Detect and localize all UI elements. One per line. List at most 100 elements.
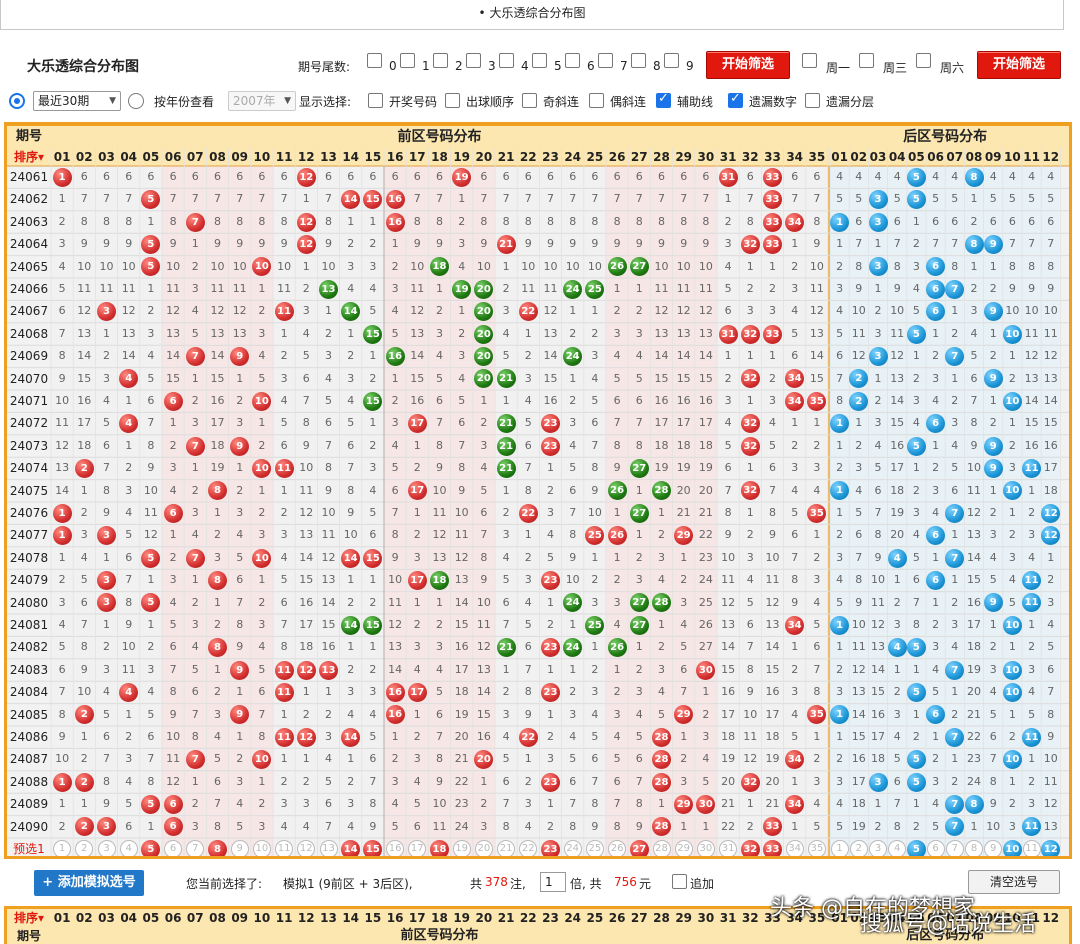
preselect-front-9[interactable]: 9: [230, 839, 249, 856]
preselect-front-3[interactable]: 3: [97, 839, 116, 856]
preselect-front-24[interactable]: 24: [563, 839, 582, 856]
preselect-back-8[interactable]: 8: [965, 839, 983, 856]
preselect-front-26[interactable]: 26: [608, 839, 627, 856]
footer-sort-label[interactable]: 排序▾: [7, 909, 51, 927]
preselect-back-10[interactable]: 10: [1002, 839, 1022, 856]
preselect-front-22[interactable]: 22: [519, 839, 538, 856]
tail-digit-checkbox-7[interactable]: [598, 53, 613, 68]
tail-digit-checkbox-0[interactable]: [367, 53, 382, 68]
front-miss-count: 5: [102, 416, 110, 430]
preselect-front-15[interactable]: 15: [363, 839, 383, 856]
sort-toggle[interactable]: 排序▾: [7, 148, 51, 166]
preselect-front-11[interactable]: 11: [275, 839, 294, 856]
display-option-label-5: 遗漏数字: [749, 95, 798, 109]
display-option-checkbox-3[interactable]: [589, 93, 604, 108]
back-miss-count: 3: [951, 618, 959, 631]
preselect-front-31[interactable]: 31: [719, 839, 738, 856]
tail-digit-checkbox-5[interactable]: [532, 53, 547, 68]
weekday-checkbox-2[interactable]: [916, 53, 931, 68]
front-miss-count: 2: [657, 528, 665, 542]
filter-button-tail[interactable]: 开始筛选: [706, 51, 790, 79]
display-option-checkbox-5[interactable]: [728, 91, 743, 108]
preselect-front-5[interactable]: 5: [141, 839, 161, 856]
preselect-back-9[interactable]: 9: [984, 839, 1003, 856]
preselect-back-12[interactable]: 12: [1041, 839, 1061, 856]
back-miss-count: 11: [870, 595, 885, 609]
preselect-back-2[interactable]: 2: [849, 839, 868, 856]
front-hit-ball: 3: [97, 302, 116, 322]
preselect-back-3[interactable]: 3: [869, 839, 887, 856]
filter-button-weekday[interactable]: 开始筛选: [977, 51, 1061, 79]
by-year-radio[interactable]: [128, 93, 144, 109]
recent-period-select[interactable]: 最近30期 ▼: [33, 91, 121, 111]
display-option-checkbox-6[interactable]: [805, 93, 820, 108]
weekday-checkbox-0[interactable]: [802, 53, 817, 68]
preselect-front-25[interactable]: 25: [585, 839, 604, 856]
preselect-front-21[interactable]: 21: [497, 839, 516, 856]
front-hit-ball: 16: [385, 705, 405, 725]
preselect-back-5[interactable]: 5: [906, 839, 926, 856]
preselect-front-23[interactable]: 23: [541, 839, 560, 856]
append-checkbox[interactable]: [672, 874, 687, 889]
preselect-front-12[interactable]: 12: [297, 839, 316, 856]
add-simulation-button[interactable]: + 添加模拟选号: [34, 870, 144, 896]
preselect-front-29[interactable]: 29: [674, 839, 693, 856]
preselect-front-17[interactable]: 17: [408, 839, 427, 856]
preselect-front-30[interactable]: 30: [696, 839, 715, 856]
back-miss-count: 9: [1047, 282, 1055, 295]
tail-digit-checkbox-8[interactable]: [631, 53, 646, 68]
preselect-front-32[interactable]: 32: [740, 839, 760, 856]
preselect-front-14[interactable]: 14: [341, 839, 361, 856]
tail-digit-checkbox-6[interactable]: [565, 53, 580, 68]
preselect-front-8[interactable]: 8: [208, 839, 227, 856]
preselect-front-13[interactable]: 13: [319, 839, 338, 856]
multiple-input[interactable]: 1: [540, 872, 566, 892]
preselect-front-16[interactable]: 16: [386, 839, 405, 856]
preselect-front-34[interactable]: 34: [785, 839, 804, 856]
tail-digit-checkbox-4[interactable]: [499, 53, 514, 68]
preselect-back-4[interactable]: 4: [888, 839, 907, 856]
preselect-front-33[interactable]: 33: [763, 839, 782, 856]
front-miss-count: 12: [55, 438, 70, 452]
back-miss-count: 2: [836, 259, 844, 273]
preselect-front-1[interactable]: 1: [53, 839, 72, 856]
display-option-checkbox-2[interactable]: [522, 93, 537, 108]
clear-selection-button[interactable]: 清空选号: [968, 870, 1060, 894]
preselect-front-2[interactable]: 2: [75, 839, 94, 856]
front-miss-count: 5: [791, 506, 799, 519]
preselect-front-20[interactable]: 20: [474, 839, 493, 856]
preselect-back-6[interactable]: 6: [926, 839, 945, 856]
display-option-checkbox-0[interactable]: [368, 93, 383, 108]
display-option-checkbox-4[interactable]: [656, 91, 671, 108]
front-miss-count: 1: [635, 282, 643, 295]
preselect-front-28[interactable]: 28: [652, 839, 671, 856]
front-miss-count: 6: [413, 819, 421, 833]
front-miss-count: 1: [413, 438, 421, 452]
preselect-front-19[interactable]: 19: [452, 839, 471, 856]
back-miss-count: 16: [1024, 438, 1039, 452]
recent-radio[interactable]: [9, 93, 25, 109]
display-option-checkbox-1[interactable]: [445, 93, 460, 108]
front-miss-count: 16: [210, 394, 225, 407]
tail-digit-checkbox-1[interactable]: [400, 53, 415, 68]
preselect-front-4[interactable]: 4: [119, 839, 138, 856]
preselect-back-11[interactable]: 11: [1022, 839, 1041, 856]
front-miss-count: 4: [169, 595, 177, 609]
preselect-front-18[interactable]: 18: [430, 839, 449, 856]
period-id: 24074: [9, 461, 49, 476]
tail-digit-checkbox-2[interactable]: [433, 53, 448, 68]
preselect-front-35[interactable]: 35: [807, 839, 826, 856]
weekday-checkbox-1[interactable]: [859, 53, 874, 68]
preselect-front-6[interactable]: 6: [164, 839, 183, 856]
tail-digit-checkbox-9[interactable]: [664, 53, 679, 68]
preselect-back-1[interactable]: 1: [830, 839, 849, 856]
preselect-front-7[interactable]: 7: [186, 839, 205, 856]
tail-digit-checkbox-3[interactable]: [466, 53, 481, 68]
year-select[interactable]: 2007年 ▼: [228, 91, 296, 111]
preselect-back-7[interactable]: 7: [945, 839, 964, 856]
preselect-front-27[interactable]: 27: [629, 839, 649, 856]
front-miss-count: 10: [432, 797, 447, 811]
back-miss-count: 1: [989, 483, 997, 497]
period-id: 24088: [9, 774, 49, 789]
preselect-front-10[interactable]: 10: [252, 839, 271, 856]
